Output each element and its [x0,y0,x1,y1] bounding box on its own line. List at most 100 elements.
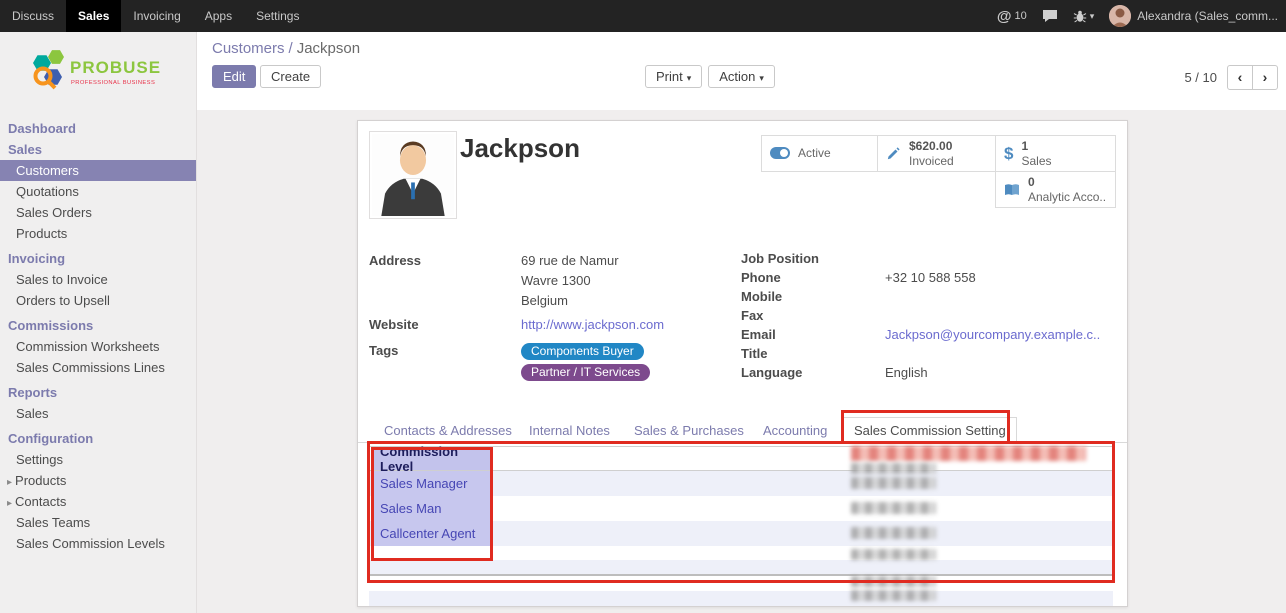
sidebar: PROBUSE PROFESSIONAL BUSINESS Dashboard … [0,32,197,613]
sidebar-item-customers[interactable]: Customers [0,160,196,181]
tag-partner-it-services[interactable]: Partner / IT Services [521,364,650,381]
email-link[interactable]: Jackpson@yourcompany.example.c.. [885,325,1100,344]
pencil-icon [886,146,901,161]
phone-label: Phone [741,268,885,287]
sidebar-section-configuration[interactable]: Configuration [0,428,196,449]
sidebar-section-dashboard[interactable]: Dashboard [0,118,196,139]
tab-sales-commission-setting[interactable]: Sales Commission Setting [843,417,1017,444]
partner-name: Jackpson [460,133,580,164]
tab-contacts-addresses[interactable]: Contacts & Addresses [384,423,512,438]
sidebar-item-sales-commission-levels[interactable]: Sales Commission Levels [0,533,196,554]
logo-hexagon-green [48,50,64,64]
stat-label: Analytic Acco... [1028,190,1107,204]
control-panel: Customers/Jackpson Edit Create Print ▾ Ac… [197,32,1286,110]
redacted-cell [851,463,936,474]
table-row[interactable]: Sales Man [369,496,1113,521]
sidebar-item-quotations[interactable]: Quotations [0,181,196,202]
table-footer-row [369,576,1113,591]
menu-apps[interactable]: Apps [193,0,244,32]
stat-value: 1 [1021,139,1051,153]
sidebar-section-sales[interactable]: Sales [0,139,196,160]
sidebar-item-sales-commissions-lines[interactable]: Sales Commissions Lines [0,357,196,378]
pager-previous-button[interactable]: ‹ [1227,65,1253,90]
book-icon [1004,183,1020,197]
redacted-header-cell [851,446,1086,461]
tab-accounting[interactable]: Accounting [763,423,827,438]
tab-internal-notes[interactable]: Internal Notes [529,423,610,438]
sidebar-section-commissions[interactable]: Commissions [0,315,196,336]
sidebar-section-reports[interactable]: Reports [0,382,196,403]
menu-invoicing[interactable]: Invoicing [121,0,192,32]
sidebar-item-products[interactable]: Products [0,223,196,244]
sidebar-section-invoicing[interactable]: Invoicing [0,248,196,269]
create-button[interactable]: Create [260,65,321,88]
partner-photo[interactable] [369,131,457,219]
stat-label: Active [798,146,831,160]
phone-value: +32 10 588 558 [885,268,976,287]
sidebar-item-label: Contacts [15,494,66,509]
table-empty-row [369,546,1113,560]
active-stat-button[interactable]: Active [761,135,878,172]
messages-button[interactable] [1042,9,1058,23]
user-menu[interactable]: Alexandra (Sales_comm... [1109,5,1278,27]
activities-button[interactable]: @ 10 [997,8,1027,25]
user-name: Alexandra (Sales_comm... [1137,9,1278,23]
action-label: Action [719,69,755,84]
activity-count: 10 [1014,10,1026,22]
main-area: Customers/Jackpson Edit Create Print▾ Ac… [197,32,1286,613]
breadcrumb-customers[interactable]: Customers [212,40,285,57]
commission-level-cell[interactable]: Sales Manager [373,471,492,496]
breadcrumb-separator: / [289,40,293,57]
sidebar-item-sales-to-invoice[interactable]: Sales to Invoice [0,269,196,290]
print-label: Print [656,69,683,84]
user-avatar [1109,5,1131,27]
caret-down-icon: ▾ [759,73,764,83]
sidebar-item-commission-worksheets[interactable]: Commission Worksheets [0,336,196,357]
tag-components-buyer[interactable]: Components Buyer [521,343,644,360]
website-link[interactable]: http://www.jackpson.com [521,315,664,335]
debug-menu-button[interactable]: ▾ [1073,10,1095,23]
redacted-cell [851,549,936,560]
sidebar-item-config-contacts[interactable]: ▸Contacts [0,491,196,512]
chat-bubble-icon [1042,9,1058,23]
sales-stat-button[interactable]: $ 1Sales [995,135,1116,172]
sidebar-item-sales-teams[interactable]: Sales Teams [0,512,196,533]
address-line-1: 69 rue de Namur [521,251,619,271]
stat-buttons: Active $620.00Invoiced $ 1Sales [761,135,1117,209]
commission-level-cell[interactable]: Callcenter Agent [373,521,492,546]
table-row[interactable]: Callcenter Agent [369,521,1113,546]
language-value: English [885,363,928,382]
menu-discuss[interactable]: Discuss [0,0,66,32]
commission-level-column-header[interactable]: Commission Level [373,447,492,470]
print-dropdown-button[interactable]: Print ▾ [645,65,702,88]
table-empty-row [369,560,1113,574]
record-sheet: Jackpson Active $620.00Invoiced [357,120,1128,607]
table-row[interactable]: Sales Manager [369,471,1113,496]
chevron-right-icon: ▸ [7,498,12,509]
breadcrumb-current: Jackpson [297,40,360,57]
tab-sales-purchases[interactable]: Sales & Purchases [634,423,744,438]
analytic-accounts-stat-button[interactable]: 0Analytic Acco... [995,171,1116,208]
app-logo: PROBUSE PROFESSIONAL BUSINESS [0,32,196,118]
tags-label: Tags [369,341,521,383]
fields-left-column: Address 69 rue de Namur Wavre 1300 Belgi… [369,251,719,383]
commission-level-cell[interactable]: Sales Man [373,496,492,521]
sidebar-item-reports-sales[interactable]: Sales [0,403,196,424]
edit-button[interactable]: Edit [212,65,256,88]
action-dropdown-button[interactable]: Action ▾ [708,65,775,88]
invoiced-stat-button[interactable]: $620.00Invoiced [877,135,996,172]
content-area: Jackpson Active $620.00Invoiced [197,110,1286,613]
toggle-icon [770,147,790,160]
mobile-label: Mobile [741,287,885,306]
redacted-cell [851,527,936,539]
menu-settings[interactable]: Settings [244,0,311,32]
menu-sales[interactable]: Sales [66,0,121,32]
redacted-cell [851,590,936,601]
sidebar-item-orders-to-upsell[interactable]: Orders to Upsell [0,290,196,311]
sidebar-item-config-products[interactable]: ▸Products [0,470,196,491]
sidebar-item-sales-orders[interactable]: Sales Orders [0,202,196,223]
caret-down-icon: ▾ [687,73,692,83]
pager-next-button[interactable]: › [1252,65,1278,90]
sidebar-item-settings[interactable]: Settings [0,449,196,470]
stat-label: Sales [1021,154,1051,168]
